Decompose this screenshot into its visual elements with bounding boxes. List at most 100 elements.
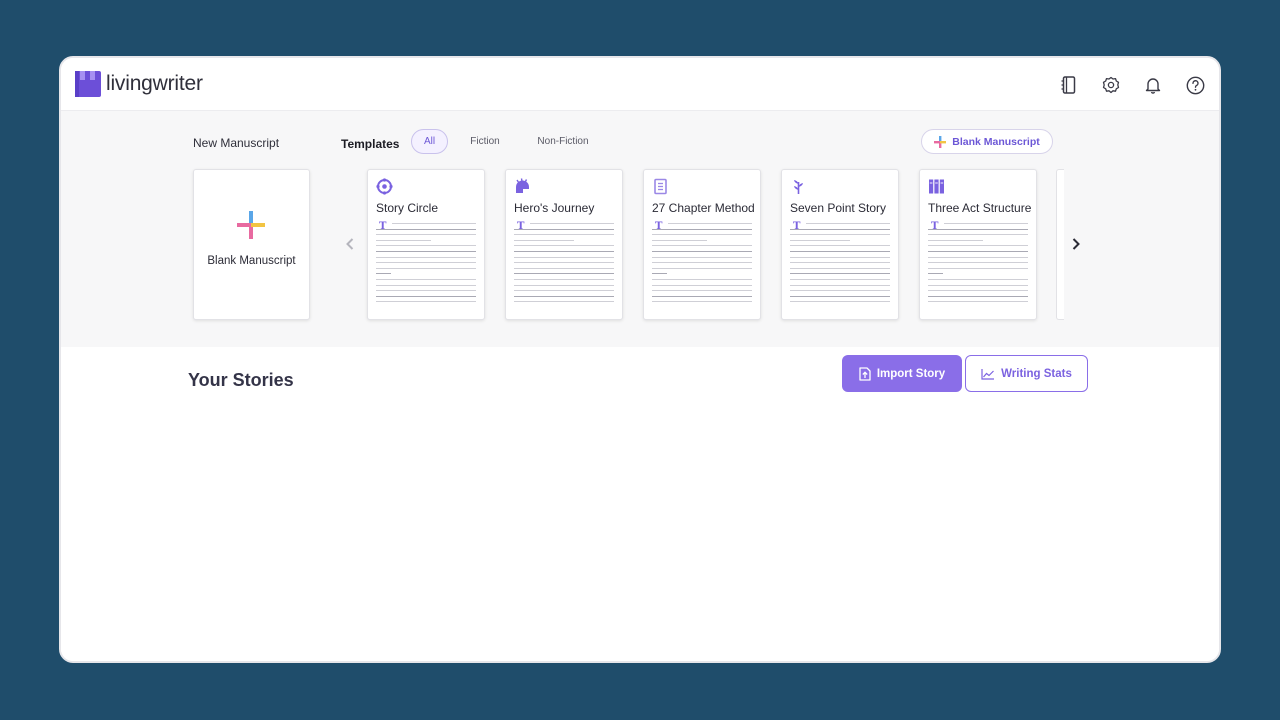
preview-line (652, 267, 752, 269)
app-window: livingwriter New Manuscript Templates Al… (59, 56, 1221, 663)
preview-line (790, 273, 890, 275)
template-card-three-act-structure[interactable]: Three Act Structure T (919, 169, 1037, 320)
text-style-icon: T (793, 221, 801, 232)
preview-line (376, 279, 476, 280)
templates-label: Templates (341, 137, 400, 151)
preview-line (928, 301, 1028, 303)
template-preview: T (790, 221, 890, 309)
preview-line (514, 228, 614, 230)
columns-icon (929, 179, 944, 194)
import-story-button[interactable]: Import Story (842, 355, 962, 392)
preview-line (944, 223, 1028, 224)
preview-line (652, 301, 752, 303)
preview-line (928, 251, 1028, 252)
preview-line (928, 273, 943, 275)
preview-line (806, 223, 890, 224)
preview-line (514, 273, 614, 275)
preview-line (928, 284, 1028, 286)
blank-manuscript-button[interactable]: Blank Manuscript (921, 129, 1053, 154)
logo-icon (75, 71, 101, 97)
template-card-heros-journey[interactable]: Hero's Journey T (505, 169, 623, 320)
preview-line (652, 256, 752, 258)
preview-line (928, 295, 1028, 297)
preview-line (790, 245, 890, 247)
preview-line (514, 239, 574, 241)
preview-line (790, 267, 890, 269)
blank-manuscript-card[interactable]: Blank Manuscript (193, 169, 310, 320)
preview-line (652, 279, 752, 280)
help-icon[interactable] (1185, 75, 1205, 95)
your-stories-title: Your Stories (188, 370, 294, 390)
preview-line (652, 239, 707, 241)
template-card-title: Story Circle (376, 201, 439, 215)
filter-non-fiction[interactable]: Non-Fiction (533, 129, 593, 154)
book-icon (654, 178, 667, 195)
preview-line (392, 223, 476, 224)
writing-stats-label: Writing Stats (1001, 367, 1072, 380)
preview-line (376, 251, 476, 252)
preview-line (652, 245, 752, 247)
preview-line (928, 262, 1028, 264)
import-story-label: Import Story (876, 367, 946, 380)
preview-line (652, 273, 667, 275)
carousel-next-arrow[interactable] (1069, 236, 1083, 252)
preview-line (928, 290, 1028, 292)
preview-line (376, 301, 476, 303)
preview-line (928, 239, 983, 241)
preview-line (790, 239, 850, 241)
text-style-icon: T (517, 221, 525, 232)
preview-line (652, 262, 752, 264)
filter-fiction[interactable]: Fiction (465, 129, 505, 154)
template-preview: T (928, 221, 1028, 309)
bell-icon[interactable] (1143, 75, 1163, 95)
preview-line (530, 223, 614, 224)
preview-line (514, 267, 614, 269)
preview-line (790, 228, 890, 230)
preview-line (514, 262, 614, 264)
preview-line (928, 245, 1028, 247)
template-preview: T (514, 221, 614, 309)
preview-line (514, 290, 614, 292)
preview-line (652, 251, 752, 252)
preview-line (376, 228, 476, 230)
blank-manuscript-button-label: Blank Manuscript (952, 135, 1040, 148)
template-card-title: Three Act Structure (928, 201, 1032, 215)
settings-icon[interactable] (1101, 75, 1121, 95)
blank-manuscript-card-label: Blank Manuscript (207, 255, 296, 267)
preview-line (790, 262, 890, 264)
file-upload-icon (859, 366, 871, 381)
text-style-icon: T (931, 221, 939, 232)
template-card-title: 27 Chapter Method (652, 201, 755, 215)
preview-line (790, 284, 890, 286)
preview-line (928, 234, 1028, 236)
top-bar: livingwriter (61, 58, 1219, 111)
preview-line (376, 273, 391, 275)
template-card-seven-point-story[interactable]: Seven Point Story T (781, 169, 899, 320)
template-card-title: Seven Point Story (790, 201, 887, 215)
filter-all[interactable]: All (411, 129, 448, 154)
template-preview: T (376, 221, 476, 309)
preview-line (376, 284, 476, 286)
preview-line (376, 234, 476, 236)
carousel-prev-arrow[interactable] (343, 236, 357, 252)
preview-line (790, 256, 890, 258)
preview-line (514, 279, 614, 280)
preview-line (790, 290, 890, 292)
logo[interactable]: livingwriter (75, 71, 203, 97)
preview-line (652, 290, 752, 292)
preview-line (790, 234, 890, 236)
preview-line (376, 290, 476, 292)
preview-line (514, 256, 614, 258)
preview-line (790, 295, 890, 297)
preview-line (376, 267, 476, 269)
template-card-story-circle[interactable]: Story Circle T (367, 169, 485, 320)
notebook-icon[interactable] (1059, 75, 1079, 95)
preview-line (652, 234, 752, 236)
preview-line (790, 301, 890, 303)
writing-stats-button[interactable]: Writing Stats (965, 355, 1088, 392)
preview-line (376, 295, 476, 297)
template-card-27-chapter-method[interactable]: 27 Chapter Method T (643, 169, 761, 320)
logo-text: livingwriter (106, 72, 203, 95)
preview-line (514, 284, 614, 286)
preview-line (514, 301, 614, 303)
